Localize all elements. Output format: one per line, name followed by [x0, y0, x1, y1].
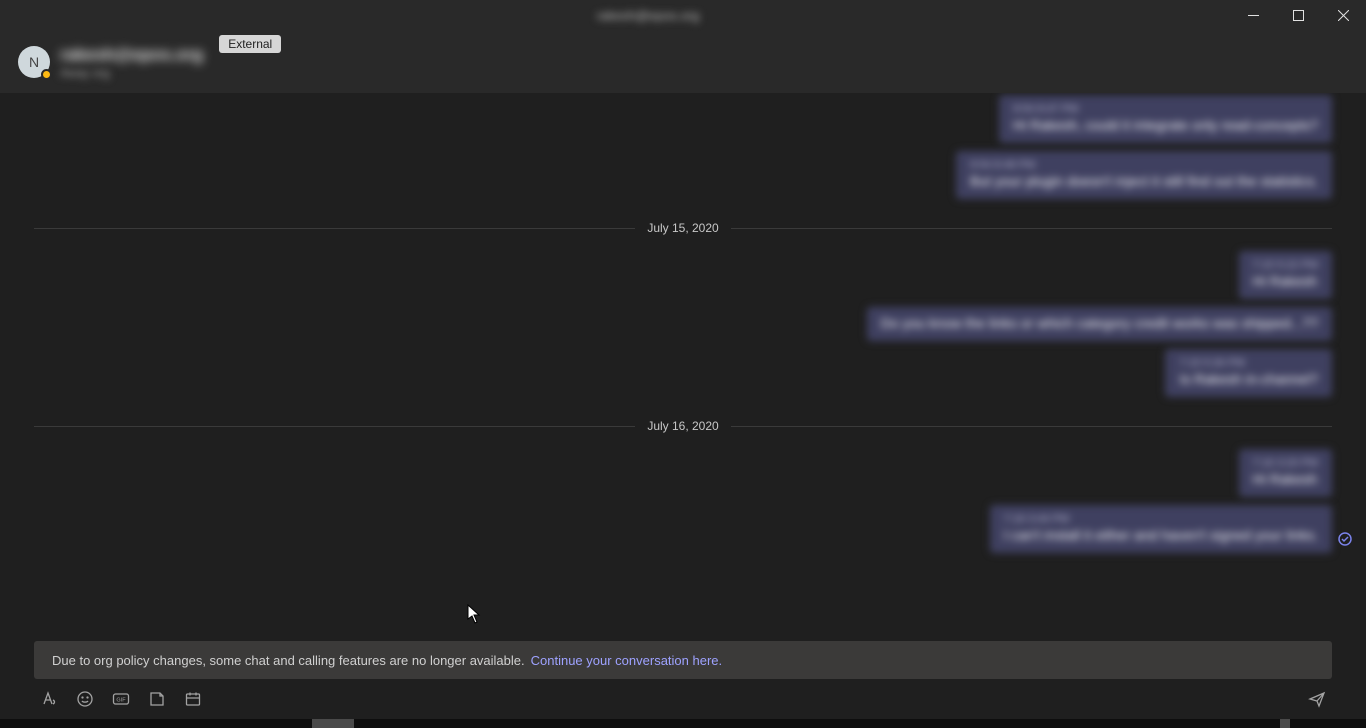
- maximize-button[interactable]: [1276, 0, 1321, 31]
- format-icon[interactable]: [40, 690, 58, 708]
- sent-message[interactable]: 7:16 3:44 PM I can't install it either a…: [34, 505, 1332, 553]
- message-text: Is Rakesh in-channel?: [1179, 371, 1318, 387]
- sent-message[interactable]: 9:54 8:48 PM But your plugin doesn't inj…: [34, 151, 1332, 199]
- message-text: Hi Rakesh: [1253, 273, 1318, 289]
- sent-message[interactable]: 9:54 8:47 PM Hi Rakesh, could it integra…: [34, 95, 1332, 143]
- divider-line: [731, 228, 1332, 229]
- message-text: I can't install it either and haven't si…: [1004, 527, 1318, 543]
- avatar-initial: N: [29, 54, 39, 70]
- emoji-icon[interactable]: [76, 690, 94, 708]
- sent-message[interactable]: 7:16 3:20 PM Hi Rakesh: [34, 449, 1332, 497]
- taskbar-segment: [312, 719, 354, 728]
- avatar[interactable]: N: [18, 46, 50, 78]
- continue-conversation-link[interactable]: Continue your conversation here.: [531, 653, 723, 668]
- compose-disabled-notice: Due to org policy changes, some chat and…: [34, 641, 1332, 679]
- gif-icon[interactable]: GIF: [112, 690, 130, 708]
- divider-line: [731, 426, 1332, 427]
- date-label: July 15, 2020: [647, 221, 718, 235]
- message-list: 9:54 8:47 PM Hi Rakesh, could it integra…: [34, 93, 1332, 633]
- external-badge: External: [219, 35, 281, 53]
- message-timestamp: 9:54 8:48 PM: [970, 159, 1318, 171]
- message-text: Hi Rakesh: [1253, 471, 1318, 487]
- titlebar-center: rakesh@epos.org: [65, 8, 1231, 23]
- date-divider: July 15, 2020: [34, 221, 1332, 235]
- sticker-icon[interactable]: [148, 690, 166, 708]
- read-receipt-icon: [1338, 532, 1352, 551]
- message-timestamp: 9:54 8:47 PM: [1013, 103, 1318, 115]
- sent-message[interactable]: 7:15 5:22 PM Hi Rakesh: [34, 251, 1332, 299]
- divider-line: [34, 426, 635, 427]
- sent-message[interactable]: Do you know the links or which category …: [34, 307, 1332, 341]
- os-taskbar-peek: [0, 719, 1366, 728]
- svg-text:GIF: GIF: [116, 698, 126, 704]
- minimize-button[interactable]: [1231, 0, 1276, 31]
- message-timestamp: 7:16 3:44 PM: [1004, 513, 1318, 525]
- date-divider: July 16, 2020: [34, 419, 1332, 433]
- notice-text: Due to org policy changes, some chat and…: [52, 653, 525, 668]
- message-timestamp: 7:15 5:30 PM: [1179, 357, 1318, 369]
- chat-header: N rakesh@epos.org Away org External: [0, 31, 1366, 93]
- window-controls: [1231, 0, 1366, 31]
- message-timestamp: 7:15 5:22 PM: [1253, 259, 1318, 271]
- contact-name: rakesh@epos.org: [60, 45, 203, 65]
- send-icon[interactable]: [1308, 690, 1326, 708]
- header-text: rakesh@epos.org Away org: [60, 45, 203, 80]
- window-title: rakesh@epos.org: [597, 8, 700, 23]
- message-timestamp: 7:16 3:20 PM: [1253, 457, 1318, 469]
- message-text: Do you know the links or which category …: [881, 315, 1318, 331]
- close-button[interactable]: [1321, 0, 1366, 31]
- taskbar-segment: [1280, 719, 1290, 728]
- schedule-meeting-icon[interactable]: [184, 690, 202, 708]
- titlebar: rakesh@epos.org: [0, 0, 1366, 31]
- sent-message[interactable]: 7:15 5:30 PM Is Rakesh in-channel?: [34, 349, 1332, 397]
- presence-away-icon: [41, 69, 52, 80]
- chat-body: 9:54 8:47 PM Hi Rakesh, could it integra…: [0, 93, 1366, 719]
- message-text: Hi Rakesh, could it integrate only read-…: [1013, 117, 1318, 133]
- message-text: But your plugin doesn't inject it still …: [970, 173, 1318, 189]
- compose-toolbar: GIF: [34, 679, 1332, 719]
- date-label: July 16, 2020: [647, 419, 718, 433]
- contact-subtitle: Away org: [60, 66, 203, 80]
- divider-line: [34, 228, 635, 229]
